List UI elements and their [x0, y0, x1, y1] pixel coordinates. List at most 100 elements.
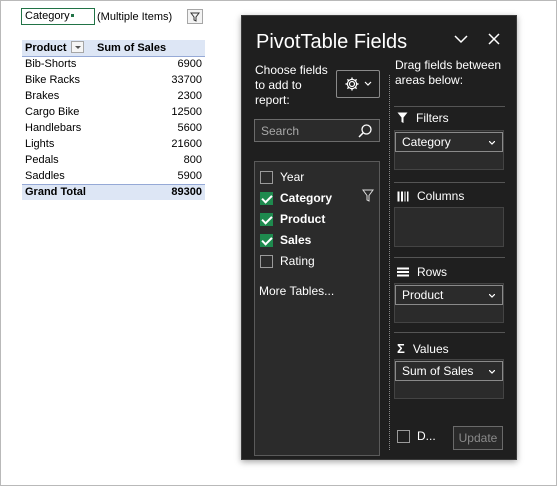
table-row: Bike Racks 33700: [22, 72, 205, 88]
table-row: Saddles 5900: [22, 168, 205, 184]
sales-cell[interactable]: 12500: [94, 104, 205, 120]
pivot-header-row: Product Sum of Sales: [22, 40, 205, 57]
field-list: Year Category Product Sales Rating More …: [254, 161, 380, 456]
sales-checkbox[interactable]: [260, 233, 273, 247]
category-checkbox[interactable]: [260, 191, 273, 205]
columns-area-title: Columns: [397, 189, 464, 203]
rows-area-title: Rows: [397, 265, 447, 279]
update-button[interactable]: Update: [453, 426, 503, 450]
sigma-icon: Σ: [397, 341, 405, 356]
table-row: Brakes 2300: [22, 88, 205, 104]
chevron-down-icon: [364, 81, 372, 86]
chip-label: Sum of Sales: [402, 364, 474, 378]
field-label: Product: [280, 212, 326, 226]
defer-label: D...: [417, 429, 436, 443]
sales-cell[interactable]: 800: [94, 152, 205, 168]
chip-label: Product: [402, 288, 444, 302]
product-cell[interactable]: Brakes: [22, 88, 94, 104]
table-row: Bib-Shorts 6900: [22, 56, 205, 72]
chip-label: Category: [402, 135, 451, 149]
filters-chip-category[interactable]: Category: [395, 132, 503, 152]
filters-area-title: Filters: [397, 111, 449, 125]
product-cell[interactable]: Bike Racks: [22, 72, 94, 88]
area-divider: [394, 106, 505, 107]
rows-label: Rows: [417, 265, 448, 279]
year-checkbox[interactable]: [260, 170, 273, 184]
field-item-product[interactable]: Product: [260, 210, 325, 228]
values-label: Values: [412, 341, 449, 356]
columns-label: Columns: [417, 189, 465, 203]
funnel-icon[interactable]: [362, 189, 374, 203]
search-icon[interactable]: [357, 123, 373, 139]
sales-cell[interactable]: 5900: [94, 168, 205, 184]
product-checkbox[interactable]: [260, 212, 273, 226]
table-row: Lights 21600: [22, 136, 205, 152]
sales-cell[interactable]: 33700: [94, 72, 205, 88]
more-tables-link[interactable]: More Tables...: [259, 284, 334, 298]
product-cell[interactable]: Pedals: [22, 152, 94, 168]
area-divider: [394, 182, 505, 183]
sales-cell[interactable]: 2300: [94, 88, 205, 104]
product-header-label: Product: [25, 41, 67, 54]
gear-icon: [345, 77, 359, 91]
pivot-fields-pane: PivotTable Fields Choose fields to add t…: [241, 15, 517, 460]
report-filter: Category (Multiple Items): [21, 8, 203, 25]
pane-title: PivotTable Fields: [256, 31, 408, 53]
defer-layout-update[interactable]: D...: [397, 429, 436, 443]
field-item-category[interactable]: Category: [260, 189, 332, 207]
rows-chip-product[interactable]: Product: [395, 285, 503, 305]
area-divider: [394, 257, 505, 258]
rating-checkbox[interactable]: [260, 254, 273, 268]
rows-icon: [397, 267, 409, 277]
product-header-cell[interactable]: Product: [22, 40, 94, 57]
search-input[interactable]: [255, 123, 355, 138]
selection-fill-handle[interactable]: [70, 13, 75, 18]
columns-drop-area[interactable]: [394, 207, 504, 247]
chevron-down-icon: [489, 141, 495, 145]
field-label: Sales: [280, 233, 312, 247]
filter-value-cell[interactable]: (Multiple Items): [95, 11, 187, 23]
table-row: Handlebars 5600: [22, 120, 205, 136]
filter-dropdown-button[interactable]: [187, 9, 203, 24]
columns-icon: [397, 191, 409, 201]
table-row: Cargo Bike 12500: [22, 104, 205, 120]
pane-splitter[interactable]: [389, 75, 390, 450]
funnel-icon: [397, 112, 408, 123]
pivot-table: Product Sum of Sales Bib-Shorts 6900 Bike…: [22, 40, 205, 200]
field-label: Category: [280, 191, 333, 205]
values-area-title: Σ Values: [397, 341, 449, 356]
grand-total-row: Grand Total 89300: [22, 183, 205, 200]
filters-label: Filters: [416, 111, 449, 125]
field-label: Year: [280, 170, 305, 184]
sales-cell[interactable]: 5600: [94, 120, 205, 136]
area-divider: [394, 332, 505, 333]
tools-button[interactable]: [336, 70, 380, 98]
product-cell[interactable]: Handlebars: [22, 120, 94, 136]
product-cell[interactable]: Cargo Bike: [22, 104, 94, 120]
grand-total-value[interactable]: 89300: [94, 183, 205, 200]
field-item-rating[interactable]: Rating: [260, 252, 315, 270]
sales-cell[interactable]: 21600: [94, 136, 205, 152]
field-item-year[interactable]: Year: [260, 168, 304, 186]
funnel-icon: [190, 12, 200, 22]
product-cell[interactable]: Bib-Shorts: [22, 56, 94, 72]
filter-field-cell[interactable]: Category: [21, 8, 95, 25]
defer-checkbox[interactable]: [397, 429, 410, 443]
close-icon[interactable]: [485, 30, 503, 48]
chevron-down-icon[interactable]: [452, 30, 470, 48]
sales-cell[interactable]: 6900: [94, 56, 205, 72]
chevron-down-icon: [489, 370, 495, 374]
sales-header-cell[interactable]: Sum of Sales: [94, 40, 205, 57]
field-search[interactable]: [254, 119, 380, 142]
field-label: Rating: [280, 254, 315, 268]
field-item-sales[interactable]: Sales: [260, 231, 311, 249]
table-row: Pedals 800: [22, 152, 205, 168]
choose-fields-text: Choose fields to add to report:: [255, 63, 328, 107]
drag-fields-text: Drag fields between areas below:: [395, 58, 502, 87]
values-chip-sum-of-sales[interactable]: Sum of Sales: [395, 361, 503, 381]
chevron-down-icon: [489, 294, 495, 298]
product-cell[interactable]: Saddles: [22, 168, 94, 184]
product-cell[interactable]: Lights: [22, 136, 94, 152]
product-dropdown-button[interactable]: [70, 40, 84, 53]
grand-total-label[interactable]: Grand Total: [22, 183, 94, 200]
